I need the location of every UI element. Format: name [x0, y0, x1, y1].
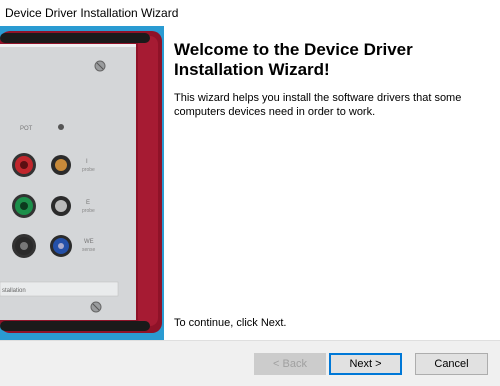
e-sub-label: probe — [82, 208, 95, 214]
title-bar[interactable]: Device Driver Installation Wizard — [0, 0, 500, 26]
we-sub-label: sense — [82, 247, 96, 253]
back-button[interactable]: < Back — [254, 353, 326, 375]
e-label: E — [86, 200, 90, 206]
window-title: Device Driver Installation Wizard — [5, 6, 179, 20]
page-title: Welcome to the Device Driver Installatio… — [174, 40, 413, 79]
intro-text: This wizard helps you install the softwa… — [174, 92, 462, 118]
wizard-content: POT I probe E probe WE sense stallation … — [0, 26, 500, 340]
pot-label: POT — [20, 126, 33, 132]
wizard-window: Device Driver Installation Wizard POT I … — [0, 0, 500, 386]
next-button[interactable]: Next > — [329, 353, 402, 375]
we-label: WE — [84, 239, 94, 245]
i-sub-label: probe — [82, 167, 95, 173]
device-illustration: POT I probe E probe WE sense stallation — [0, 26, 164, 340]
continue-hint: To continue, click Next. — [174, 317, 287, 329]
bottom-strip-label: stallation — [2, 288, 26, 294]
button-bar: < Back Next > Cancel — [0, 340, 500, 386]
cancel-button[interactable]: Cancel — [415, 353, 488, 375]
device-illustration-graphic: POT I probe E probe WE sense stallation — [0, 26, 164, 340]
